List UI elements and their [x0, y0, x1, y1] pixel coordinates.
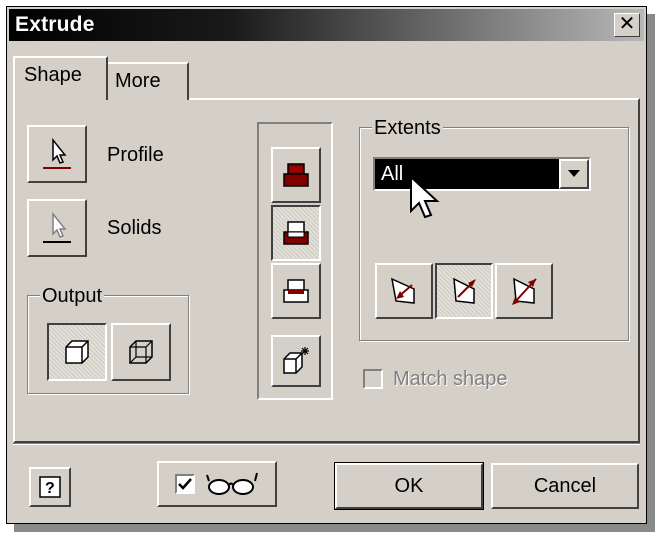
tab-shape-label: Shape: [24, 64, 82, 86]
dialog-title: Extrude: [15, 13, 95, 36]
profile-label: Profile: [107, 144, 164, 166]
tab-more[interactable]: More: [104, 62, 189, 100]
output-group-label: Output: [40, 285, 105, 308]
arrow-cursor-icon: [43, 137, 71, 169]
new-solid-icon: [283, 347, 309, 374]
ok-button[interactable]: OK: [334, 462, 484, 510]
join-button[interactable]: [271, 147, 321, 203]
join-icon: [283, 163, 309, 187]
direction-2-button[interactable]: [435, 263, 493, 319]
mouse-pointer-icon: [410, 175, 440, 219]
new-solid-button[interactable]: [271, 335, 321, 387]
preview-checkbox[interactable]: [175, 474, 195, 494]
help-glyph: ?: [45, 480, 55, 497]
tab-more-label: More: [115, 70, 161, 92]
title-bar[interactable]: Extrude ✕: [9, 9, 644, 41]
direction-1-button[interactable]: [375, 263, 433, 319]
extents-group-label: Extents: [372, 117, 443, 140]
cut-icon: [283, 221, 309, 245]
preview-toggle[interactable]: [157, 461, 277, 507]
direction-symmetric-icon: [512, 277, 537, 305]
extrude-dialog: Extrude ✕ More Shape Profile Solids Outp…: [6, 6, 647, 524]
ok-label: OK: [394, 474, 424, 497]
extents-dropdown-button[interactable]: [559, 159, 589, 189]
cut-button[interactable]: [271, 205, 321, 261]
solids-label: Solids: [107, 217, 162, 239]
chevron-down-icon: [568, 170, 580, 177]
footer-separator: [13, 443, 640, 445]
tab-shape[interactable]: Shape: [13, 56, 108, 100]
intersect-button[interactable]: [271, 263, 321, 319]
cancel-button[interactable]: Cancel: [491, 463, 639, 509]
solid-cube-icon: [65, 340, 89, 364]
match-shape-label: Match shape: [393, 368, 508, 390]
solids-button[interactable]: [27, 199, 87, 257]
output-solid-button[interactable]: [47, 323, 107, 381]
surface-cube-icon: [129, 340, 153, 364]
direction-symmetric-button[interactable]: [495, 263, 553, 319]
intersect-icon: [283, 279, 309, 303]
close-button[interactable]: ✕: [614, 13, 640, 37]
cancel-label: Cancel: [533, 474, 597, 497]
help-button[interactable]: ?: [29, 467, 71, 507]
arrow-cursor-icon: [43, 211, 71, 243]
match-shape-checkbox[interactable]: [363, 369, 383, 389]
glasses-icon: [206, 472, 258, 495]
direction-1-icon: [391, 277, 415, 304]
extents-value: All: [381, 163, 404, 185]
extents-select[interactable]: All: [373, 157, 591, 191]
help-icon: ?: [39, 476, 61, 498]
direction-2-icon: [453, 277, 476, 304]
close-icon: ✕: [618, 13, 636, 35]
checkmark-icon: [178, 478, 192, 490]
profile-button[interactable]: [27, 125, 87, 183]
output-surface-button[interactable]: [111, 323, 171, 381]
